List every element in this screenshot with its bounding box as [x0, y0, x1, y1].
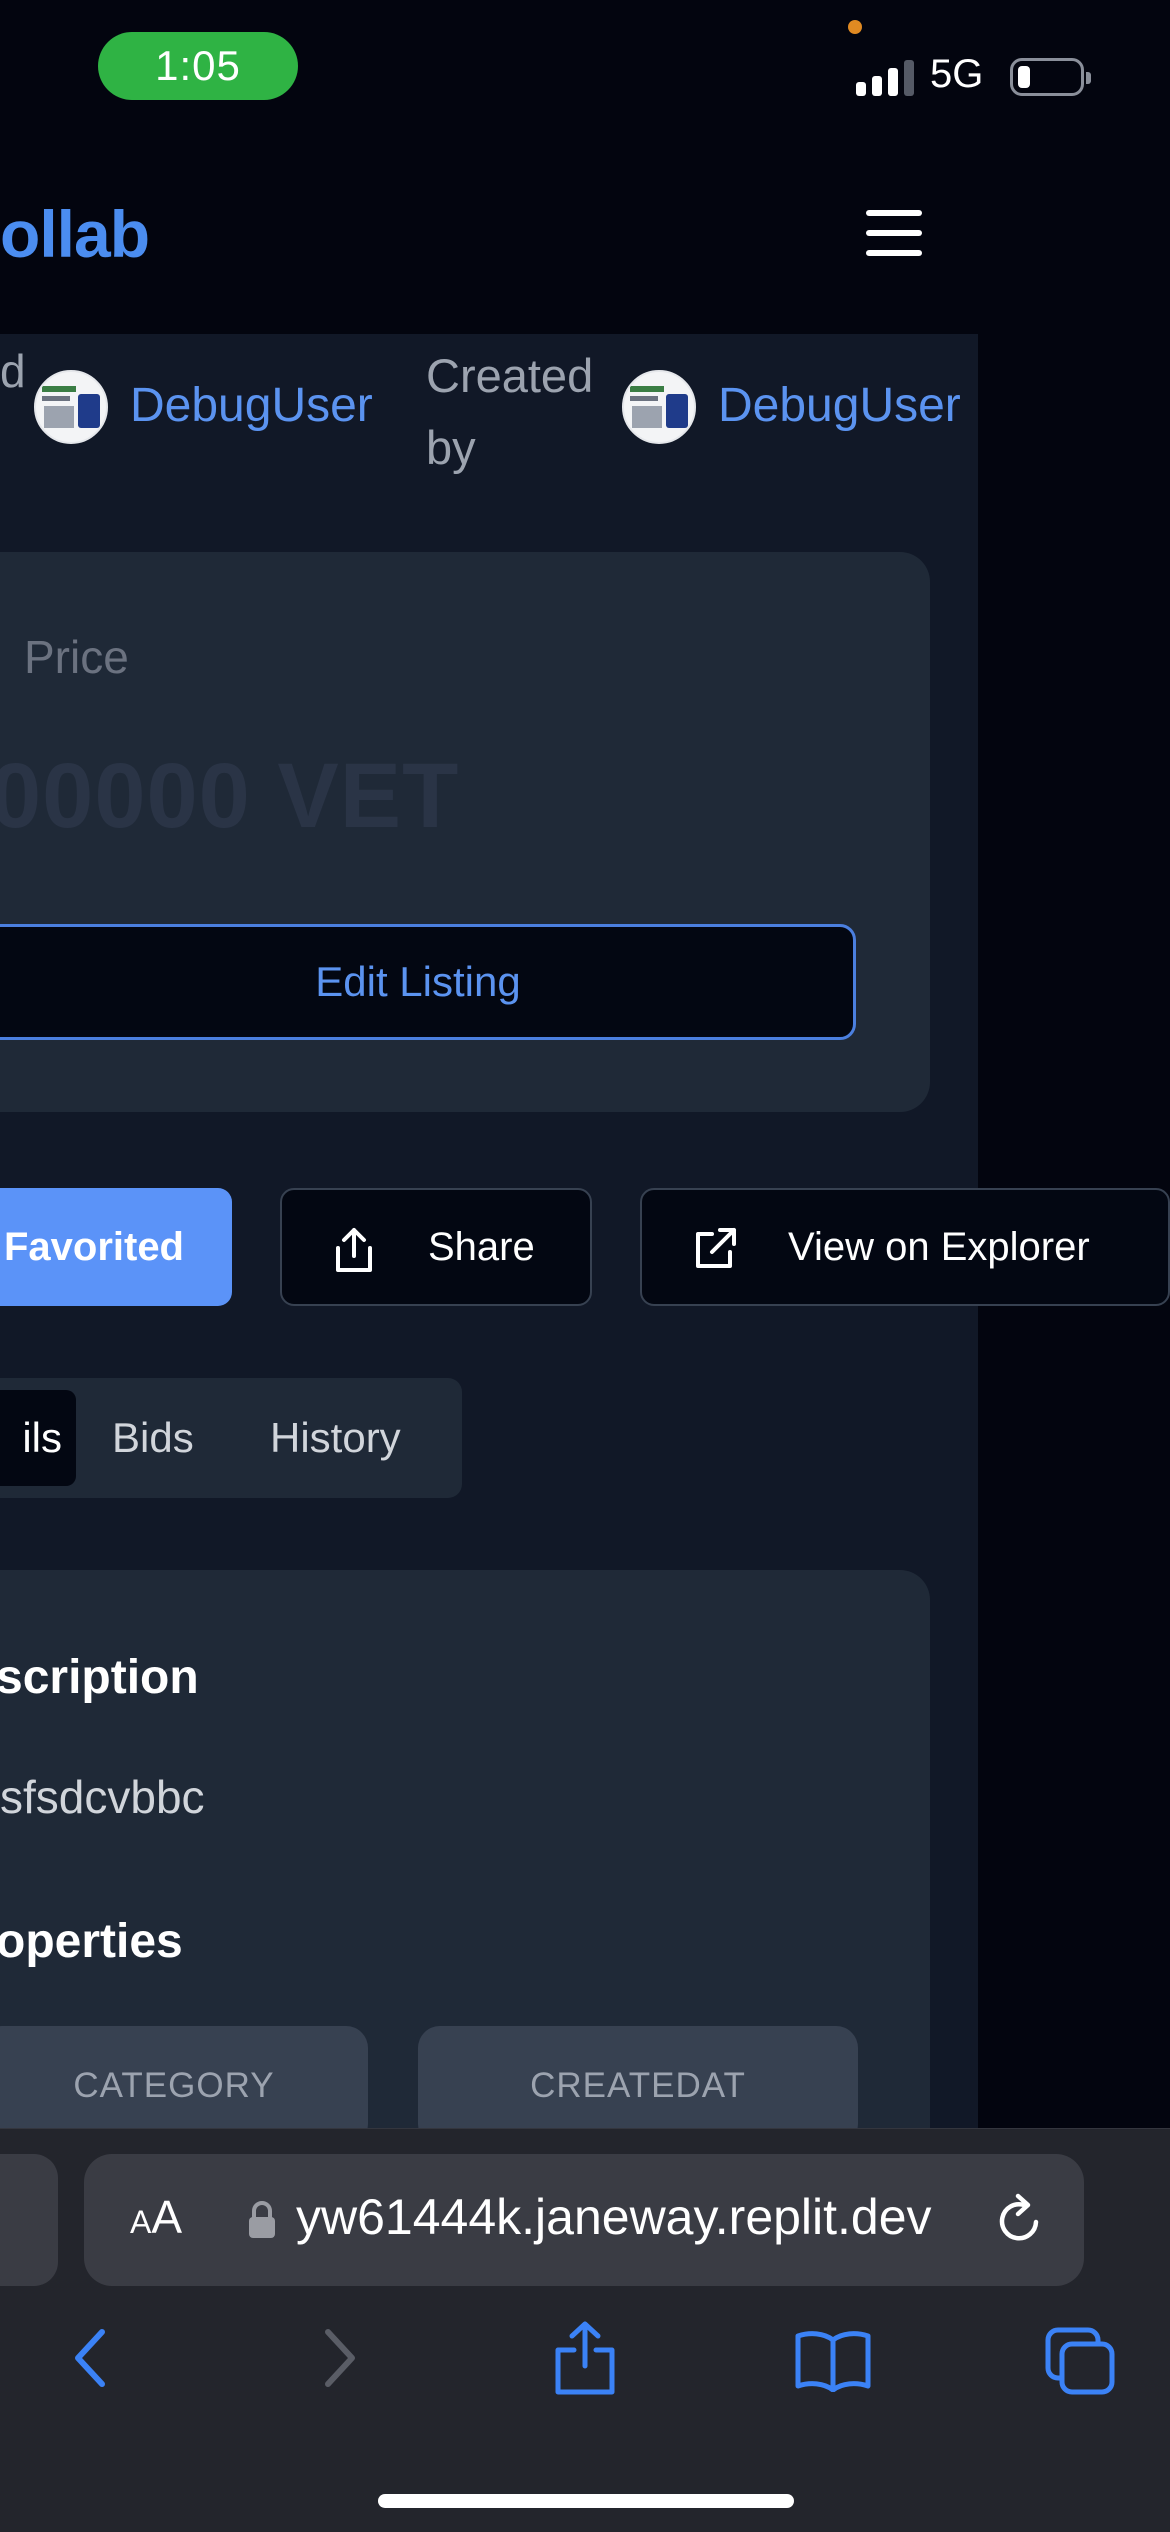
share-button[interactable]: Share	[280, 1188, 592, 1306]
hamburger-menu-icon[interactable]	[866, 210, 922, 258]
share-label: Share	[428, 1224, 535, 1269]
share-icon	[336, 1228, 372, 1272]
view-on-explorer-label: View on Explorer	[788, 1224, 1090, 1269]
forward-chevron-icon[interactable]	[316, 2326, 364, 2390]
network-type: 5G	[930, 52, 984, 96]
property-label-createdat: CREATEDAT	[530, 2066, 746, 2105]
battery-icon	[1010, 58, 1091, 96]
url-text[interactable]: yw61444k.janeway.replit.dev	[296, 2188, 932, 2246]
home-indicator	[378, 2494, 794, 2508]
text-size-button[interactable]: AA	[130, 2190, 182, 2244]
created-by-label: Created by	[426, 349, 594, 474]
favorited-label: Favorited	[3, 1224, 184, 1269]
cellular-signal-icon	[856, 60, 916, 96]
back-chevron-icon[interactable]	[66, 2326, 114, 2390]
description-text: sfsdcvbbc	[0, 1771, 205, 1823]
properties-heading: operties	[0, 1915, 183, 1968]
price-label: Price	[24, 631, 129, 683]
edit-listing-label: Edit Listing	[315, 958, 521, 1005]
creator-avatar[interactable]	[622, 370, 696, 444]
tab-history-label: History	[270, 1414, 401, 1461]
owner-name-link[interactable]: DebugUser	[130, 378, 373, 433]
status-time-pill[interactable]: 1:05	[98, 32, 298, 100]
tab-history[interactable]: History	[270, 1390, 401, 1486]
tab-details-label: ils	[22, 1414, 62, 1461]
tab-details[interactable]: ils	[0, 1390, 76, 1486]
view-on-explorer-button[interactable]: View on Explorer	[640, 1188, 1170, 1306]
reload-icon[interactable]	[994, 2192, 1048, 2248]
creator-name-link[interactable]: DebugUser	[718, 378, 961, 433]
text-size-large-a: A	[151, 2191, 183, 2243]
privacy-indicator-dot	[848, 20, 862, 34]
price-value: 00000 VET	[0, 745, 460, 847]
bookmarks-icon[interactable]	[794, 2328, 872, 2392]
tabs-overview-icon[interactable]	[1044, 2326, 1116, 2396]
app-logo[interactable]: ollab	[0, 196, 150, 272]
previous-tab-preview[interactable]	[0, 2154, 58, 2286]
property-label-category: CATEGORY	[73, 2066, 275, 2105]
text-size-small-a: A	[130, 2204, 152, 2240]
tab-bids-label: Bids	[112, 1414, 194, 1461]
share-sheet-icon[interactable]	[550, 2318, 620, 2398]
lock-icon	[249, 2201, 275, 2238]
description-heading: scription	[0, 1651, 199, 1704]
edit-listing-button[interactable]: Edit Listing	[0, 924, 856, 1040]
external-link-icon	[696, 1228, 736, 1268]
screen: 1:05 5G ollab d DebugUser Created by Deb…	[0, 0, 1170, 2532]
favorited-button[interactable]: Favorited	[0, 1188, 232, 1306]
owner-avatar[interactable]	[34, 370, 108, 444]
status-time: 1:05	[155, 42, 241, 89]
owned-by-label-fragment: d	[0, 345, 26, 397]
tab-bids[interactable]: Bids	[112, 1390, 194, 1486]
